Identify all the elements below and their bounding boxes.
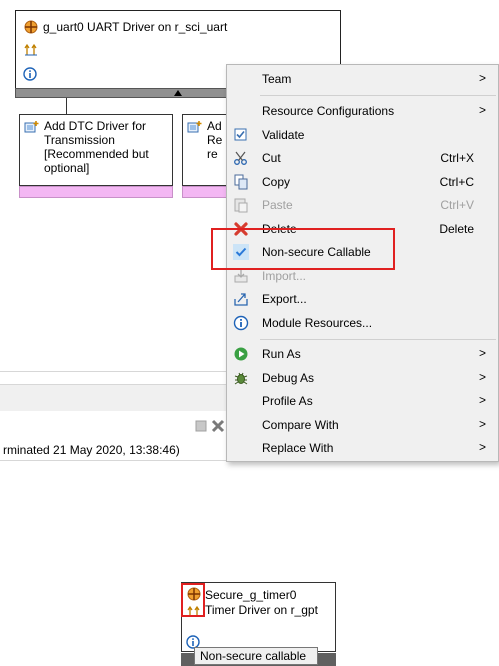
scissors-icon	[233, 150, 249, 166]
timer-line1: Secure_g_timer0	[205, 588, 297, 602]
menu-item-label: Resource Configurations	[262, 104, 395, 118]
menu-item-label: Export...	[262, 292, 307, 306]
submenu-arrow-icon: >	[478, 346, 486, 360]
menu-item-profile-as[interactable]: Profile As >	[227, 390, 498, 412]
menu-item-label: Copy	[262, 175, 291, 189]
add-component-icon	[24, 120, 40, 137]
menu-item-resource-configurations[interactable]: Resource Configurations >	[227, 100, 498, 122]
menu-item-run-as[interactable]: Run As >	[227, 343, 498, 365]
menu-item-team[interactable]: Team >	[227, 68, 498, 90]
sub-block-label-line: Re	[207, 133, 223, 147]
connector-line	[66, 98, 67, 114]
menu-item-export[interactable]: Export...	[227, 288, 498, 310]
sub-block-label: Add DTC Driver for Transmission [Recomme…	[44, 119, 149, 175]
menu-item-paste[interactable]: Paste Ctrl+V	[227, 194, 498, 216]
panel-divider	[0, 384, 230, 385]
console-panel-header	[0, 385, 230, 411]
menu-item-shortcut: Ctrl+C	[439, 175, 474, 189]
submenu-arrow-icon: >	[478, 71, 486, 85]
info-icon[interactable]	[23, 67, 37, 84]
menu-item-label: Run As	[262, 347, 301, 361]
menu-item-label: Cut	[262, 151, 281, 165]
sub-block-label-line: Ad	[207, 119, 222, 133]
paste-icon	[233, 197, 249, 213]
dtc-transmission-block[interactable]: Add DTC Driver for Transmission [Recomme…	[19, 114, 173, 186]
menu-item-label: Team	[262, 72, 292, 86]
clear-console-icon[interactable]	[195, 420, 207, 435]
menu-item-compare-with[interactable]: Compare With >	[227, 414, 498, 436]
submenu-arrow-icon: >	[478, 417, 486, 431]
checkbox-icon	[233, 127, 249, 143]
submenu-arrow-icon: >	[478, 370, 486, 384]
menu-item-label: Validate	[262, 128, 305, 142]
dependency-arrows-icon	[24, 42, 38, 59]
menu-item-validate[interactable]: Validate	[227, 124, 498, 146]
submenu-arrow-icon: >	[478, 393, 486, 407]
module-title: g_uart0 UART Driver on r_sci_uart	[43, 20, 228, 34]
console-status-text: rminated 21 May 2020, 13:38:46)	[3, 443, 180, 457]
menu-separator	[260, 95, 496, 96]
highlight-box	[211, 228, 395, 270]
collapse-arrow-icon	[174, 90, 182, 96]
export-icon	[233, 291, 249, 307]
info-icon	[233, 315, 249, 331]
menu-item-shortcut: Ctrl+X	[440, 151, 474, 165]
submenu-arrow-icon: >	[478, 440, 486, 454]
copy-icon	[233, 174, 249, 190]
sub-block-footer	[19, 186, 173, 198]
panel-divider	[0, 371, 230, 372]
menu-item-cut[interactable]: Cut Ctrl+X	[227, 147, 498, 169]
panel-divider	[0, 460, 230, 461]
module-component-icon	[24, 20, 38, 37]
menu-item-module-resources[interactable]: Module Resources...	[227, 312, 498, 334]
menu-item-label: Replace With	[262, 441, 334, 455]
menu-separator	[260, 339, 496, 340]
run-icon	[233, 346, 249, 362]
menu-item-label: Debug As	[262, 371, 315, 385]
tooltip-text: Non-secure callable	[200, 649, 307, 663]
add-component-icon	[187, 120, 203, 137]
menu-item-label: Module Resources...	[262, 316, 373, 330]
menu-item-label: Compare With	[262, 418, 339, 432]
debug-bug-icon	[233, 370, 249, 386]
timer-line2: Timer Driver on r_gpt	[205, 603, 318, 617]
import-icon	[233, 268, 249, 284]
menu-item-label: Profile As	[262, 394, 313, 408]
menu-item-label: Import...	[262, 269, 307, 283]
menu-item-debug-as[interactable]: Debug As >	[227, 367, 498, 389]
sub-block-label-line: re	[207, 147, 218, 161]
menu-item-shortcut: Ctrl+V	[440, 198, 474, 212]
tooltip: Non-secure callable	[194, 647, 318, 665]
menu-item-replace-with[interactable]: Replace With >	[227, 437, 498, 459]
remove-launch-icon[interactable]	[211, 419, 225, 436]
menu-item-label: Paste	[262, 198, 293, 212]
submenu-arrow-icon: >	[478, 103, 486, 117]
menu-item-copy[interactable]: Copy Ctrl+C	[227, 171, 498, 193]
menu-item-shortcut: Delete	[439, 222, 474, 236]
icon-highlight-box	[181, 583, 205, 617]
